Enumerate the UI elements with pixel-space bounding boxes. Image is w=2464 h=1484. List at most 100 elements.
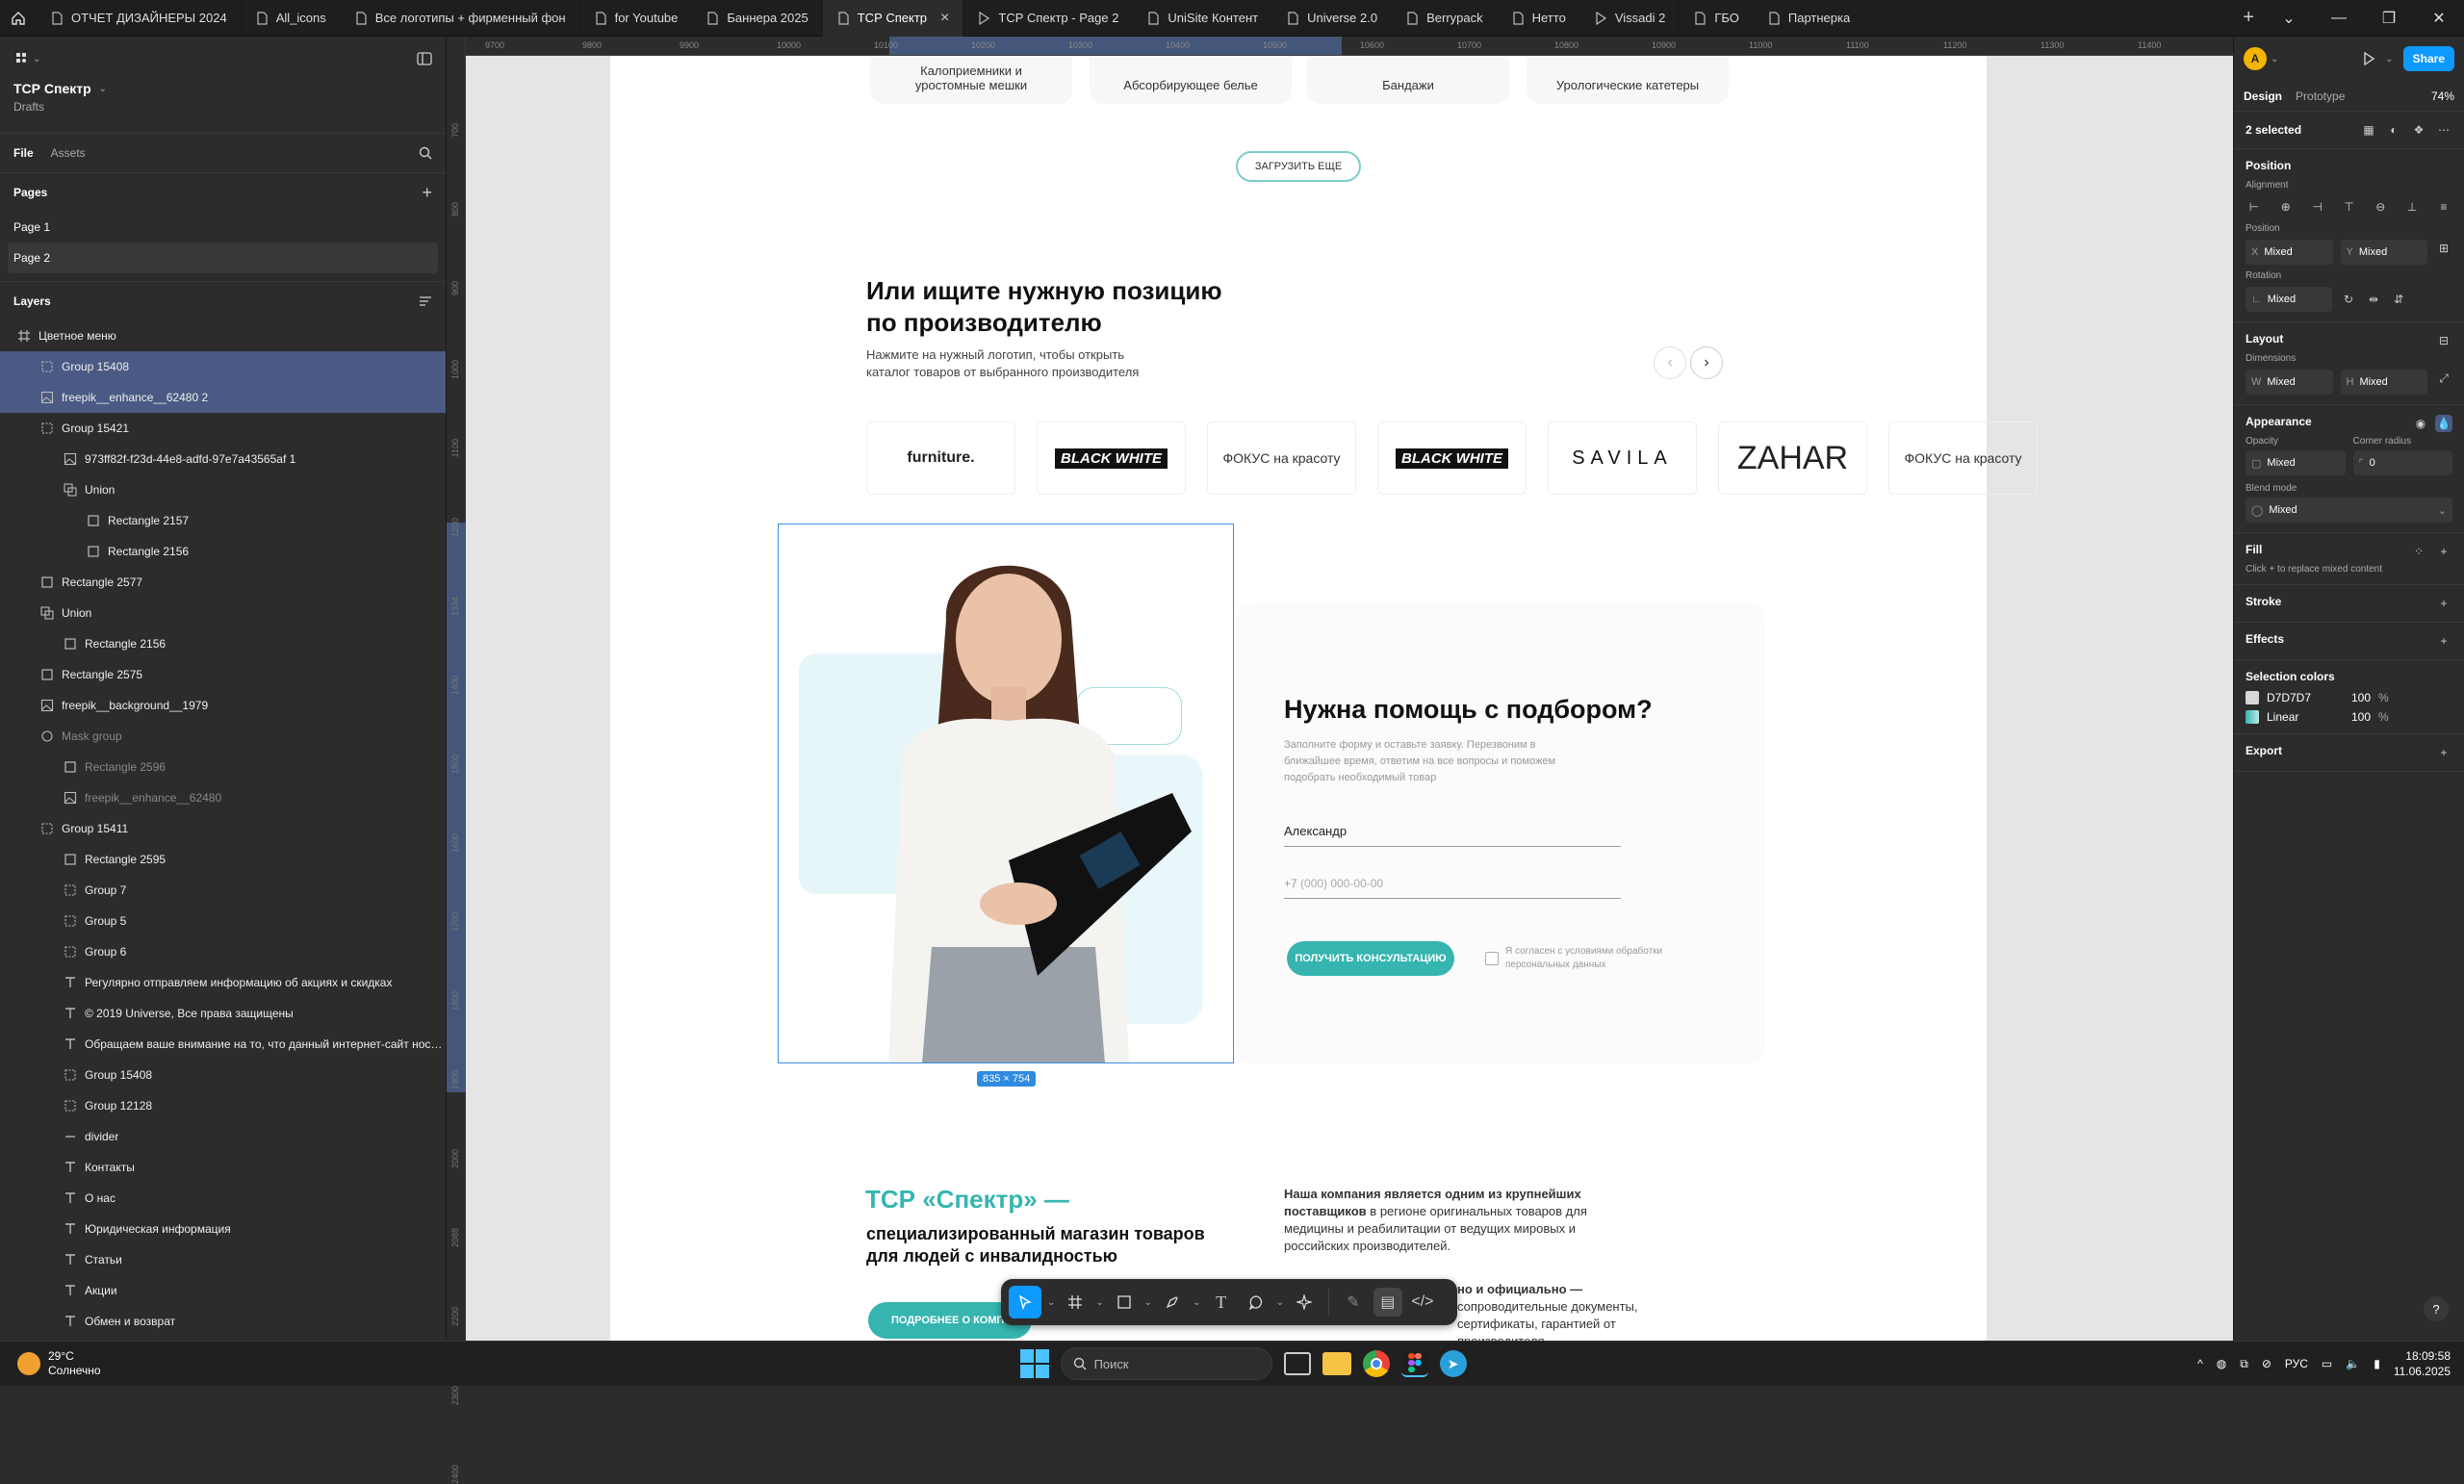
- layer-row[interactable]: © 2019 Universe, Все права защищены: [0, 998, 446, 1029]
- layer-row[interactable]: Rectangle 2156: [0, 536, 446, 567]
- close-window-button[interactable]: ✕: [2414, 0, 2464, 37]
- layer-row[interactable]: Group 15421: [0, 413, 446, 444]
- tray-app-icon[interactable]: ◍: [2217, 1357, 2226, 1370]
- agree-checkbox[interactable]: [1485, 952, 1499, 965]
- height-field[interactable]: H Mixed: [2340, 370, 2427, 395]
- layer-row[interactable]: Контакты: [0, 1152, 446, 1183]
- brand-logo[interactable]: ZAHAR: [1718, 422, 1867, 495]
- carousel-prev-button[interactable]: ‹: [1654, 346, 1686, 379]
- phone-field[interactable]: +7 (000) 000-00-00: [1284, 870, 1621, 899]
- layer-row[interactable]: Статьи: [0, 1244, 446, 1275]
- tab-item[interactable]: Нетто: [1498, 0, 1580, 37]
- layer-row[interactable]: Union: [0, 598, 446, 628]
- language-indicator[interactable]: РУС: [2285, 1357, 2308, 1370]
- layer-row[interactable]: Rectangle 2575: [0, 659, 446, 690]
- layer-row[interactable]: Rectangle 2595: [0, 844, 446, 875]
- resize-icon[interactable]: ⤢: [2435, 370, 2452, 387]
- corner-radius-field[interactable]: ⌜ 0: [2352, 450, 2452, 475]
- tab-prototype[interactable]: Prototype: [2296, 90, 2345, 103]
- maximize-button[interactable]: ❐: [2364, 0, 2414, 37]
- component-icon[interactable]: ❖: [2410, 121, 2427, 139]
- tab-item[interactable]: Все логотипы + фирменный фон: [341, 0, 580, 37]
- layer-row[interactable]: Rectangle 2156: [0, 628, 446, 659]
- brand-logo[interactable]: ФОКУС на красоту: [1207, 422, 1356, 495]
- category-card[interactable]: Урологические катетеры: [1527, 56, 1729, 104]
- layer-row[interactable]: Rectangle 2577: [0, 567, 446, 598]
- new-tab-button[interactable]: +: [2233, 7, 2264, 29]
- tab-item[interactable]: ОТЧЕТ ДИЗАЙНЕРЫ 2024: [37, 0, 242, 37]
- gradient-swatch[interactable]: [2246, 710, 2259, 724]
- color-row-1[interactable]: D7D7D7 100 %: [2246, 691, 2452, 704]
- ai-tool-icon[interactable]: [1290, 1288, 1319, 1317]
- layer-row[interactable]: freepik__enhance__62480 2: [0, 382, 446, 413]
- layer-row[interactable]: Rectangle 2157: [0, 505, 446, 536]
- brand-logo[interactable]: BLACK WHITE: [1377, 422, 1527, 495]
- minimize-button[interactable]: —: [2314, 0, 2364, 37]
- weather-widget[interactable]: 29°C Солнечно: [0, 1349, 289, 1378]
- brand-logo[interactable]: SAVILA: [1548, 422, 1697, 495]
- tab-item[interactable]: Vissadi 2: [1580, 0, 1681, 37]
- add-effect-button[interactable]: +: [2435, 632, 2452, 650]
- styles-icon[interactable]: ⁘: [2410, 543, 2427, 560]
- pen-tool-icon[interactable]: [1158, 1288, 1187, 1317]
- layer-row[interactable]: Обмен и возврат: [0, 1306, 446, 1337]
- layer-row[interactable]: Регулярно отправляем информацию об акция…: [0, 967, 446, 998]
- category-card[interactable]: Калоприемники и уростомные мешки: [870, 56, 1072, 104]
- more-icon[interactable]: ⋯: [2435, 121, 2452, 139]
- mask-icon[interactable]: ◐: [2385, 121, 2402, 139]
- consultant-photo[interactable]: [778, 524, 1234, 1063]
- y-field[interactable]: Y Mixed: [2340, 240, 2427, 265]
- layer-row[interactable]: Group 7: [0, 875, 446, 906]
- align-left-icon[interactable]: ⊢: [2246, 198, 2263, 216]
- constraints-icon[interactable]: ⊞: [2435, 240, 2452, 257]
- auto-layout-icon[interactable]: ⊟: [2435, 332, 2452, 349]
- add-stroke-button[interactable]: +: [2435, 595, 2452, 612]
- tab-item[interactable]: Баннера 2025: [692, 0, 823, 37]
- drop-icon[interactable]: 💧: [2435, 415, 2452, 432]
- move-tool-icon[interactable]: [1009, 1286, 1041, 1318]
- align-center-h-icon[interactable]: ⊕: [2277, 198, 2295, 216]
- add-fill-button[interactable]: +: [2435, 543, 2452, 560]
- layer-row[interactable]: Group 6: [0, 936, 446, 967]
- layer-row[interactable]: 973ff82f-f23d-44e8-adfd-97e7a43565af 1: [0, 444, 446, 474]
- eye-icon[interactable]: ◉: [2412, 415, 2429, 432]
- flip-v-icon[interactable]: ⇵: [2390, 291, 2407, 308]
- layer-row[interactable]: Цветное меню: [0, 320, 446, 351]
- add-export-button[interactable]: +: [2435, 744, 2452, 761]
- project-title[interactable]: ТСР Спектр: [13, 81, 91, 96]
- battery-icon[interactable]: ▮: [2374, 1357, 2380, 1370]
- flip-h-icon[interactable]: ⇹: [2365, 291, 2382, 308]
- get-consultation-button[interactable]: ПОЛУЧИТЬ КОНСУЛЬТАЦИЮ: [1287, 941, 1454, 976]
- figma-icon[interactable]: [1400, 1350, 1428, 1377]
- brand-logo[interactable]: furniture.: [866, 422, 1015, 495]
- search-icon[interactable]: [419, 146, 432, 160]
- color-swatch[interactable]: [2246, 691, 2259, 704]
- layer-row[interactable]: Group 15411: [0, 813, 446, 844]
- design-mode-icon[interactable]: ▤: [1373, 1288, 1402, 1317]
- tab-item[interactable]: ГБО: [1680, 0, 1754, 37]
- layer-row[interactable]: Group 12128: [0, 1090, 446, 1121]
- layer-row[interactable]: freepik__enhance__62480: [0, 782, 446, 813]
- avatar[interactable]: A: [2244, 47, 2267, 70]
- layer-row[interactable]: Mask group: [0, 721, 446, 752]
- layer-row[interactable]: О нас: [0, 1183, 446, 1214]
- grid-icon[interactable]: ▦: [2360, 121, 2377, 139]
- category-card[interactable]: Абсорбирующее белье: [1090, 56, 1292, 104]
- page-item[interactable]: Page 2: [8, 243, 438, 273]
- tab-item[interactable]: for Youtube: [580, 0, 693, 37]
- volume-icon[interactable]: 🔈: [2346, 1357, 2360, 1370]
- align-right-icon[interactable]: ⊣: [2309, 198, 2326, 216]
- comment-tool-icon[interactable]: [1242, 1288, 1270, 1317]
- frame-tool-icon[interactable]: [1061, 1288, 1090, 1317]
- align-bottom-icon[interactable]: ⊥: [2403, 198, 2421, 216]
- load-more-button[interactable]: ЗАГРУЗИТЬ ЕЩЕ: [1236, 151, 1361, 182]
- tab-item[interactable]: Партнерка: [1754, 0, 1865, 37]
- tab-item[interactable]: Universe 2.0: [1272, 0, 1393, 37]
- layer-row[interactable]: Акции: [0, 1275, 446, 1306]
- tab-item[interactable]: All_icons: [242, 0, 341, 37]
- text-tool-icon[interactable]: T: [1207, 1288, 1236, 1317]
- layer-row[interactable]: divider: [0, 1121, 446, 1152]
- tray-app-2-icon[interactable]: ⧉: [2240, 1357, 2248, 1371]
- layers-list-icon[interactable]: [419, 295, 432, 307]
- task-view-icon[interactable]: [1283, 1352, 1311, 1375]
